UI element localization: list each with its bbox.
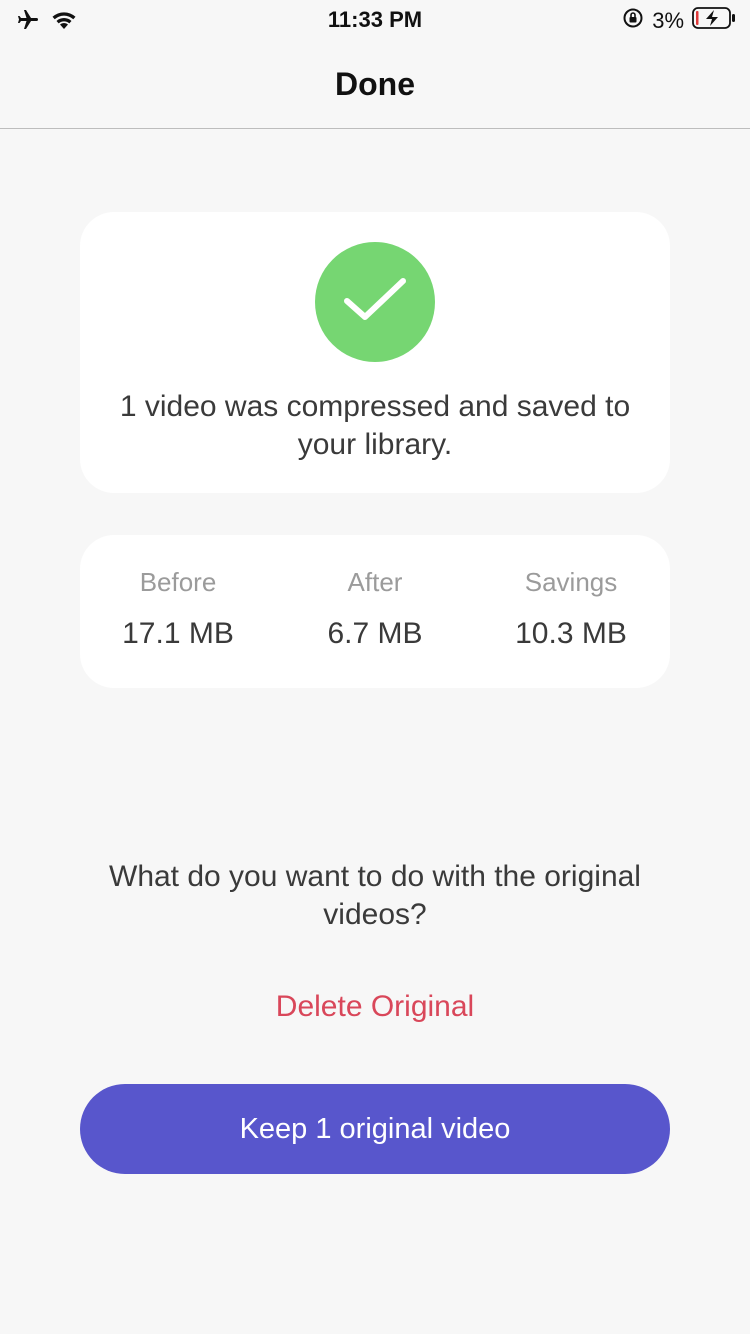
success-badge — [315, 242, 435, 362]
stat-after-label: After — [347, 567, 403, 597]
status-right: 3% — [622, 6, 736, 35]
battery-percent: 3% — [652, 7, 684, 33]
keep-original-button[interactable]: Keep 1 original video — [80, 1084, 670, 1174]
page-title: Done — [335, 66, 415, 102]
stat-savings: Savings 10.3 MB — [473, 567, 669, 651]
nav-bar: Done — [0, 40, 750, 129]
stats-card: Before 17.1 MB After 6.7 MB Savings 10.3… — [80, 535, 670, 688]
checkmark-icon — [343, 275, 407, 330]
success-card: 1 video was compressed and saved to your… — [80, 212, 670, 493]
success-message: 1 video was compressed and saved to your… — [119, 390, 631, 461]
original-videos-question: What do you want to do with the original… — [109, 860, 641, 931]
delete-original-button[interactable]: Delete Original — [200, 990, 550, 1024]
status-bar: 11:33 PM 3% — [0, 0, 750, 40]
stat-before-value: 17.1 MB — [122, 617, 234, 650]
battery-charging-icon — [692, 6, 736, 35]
orientation-lock-icon — [622, 7, 644, 34]
stat-before-label: Before — [139, 567, 217, 597]
stat-before: Before 17.1 MB — [80, 567, 276, 651]
stat-savings-label: Savings — [524, 567, 618, 597]
stat-after-value: 6.7 MB — [327, 617, 423, 650]
stat-after: After 6.7 MB — [277, 567, 473, 651]
stat-savings-value: 10.3 MB — [515, 617, 627, 650]
